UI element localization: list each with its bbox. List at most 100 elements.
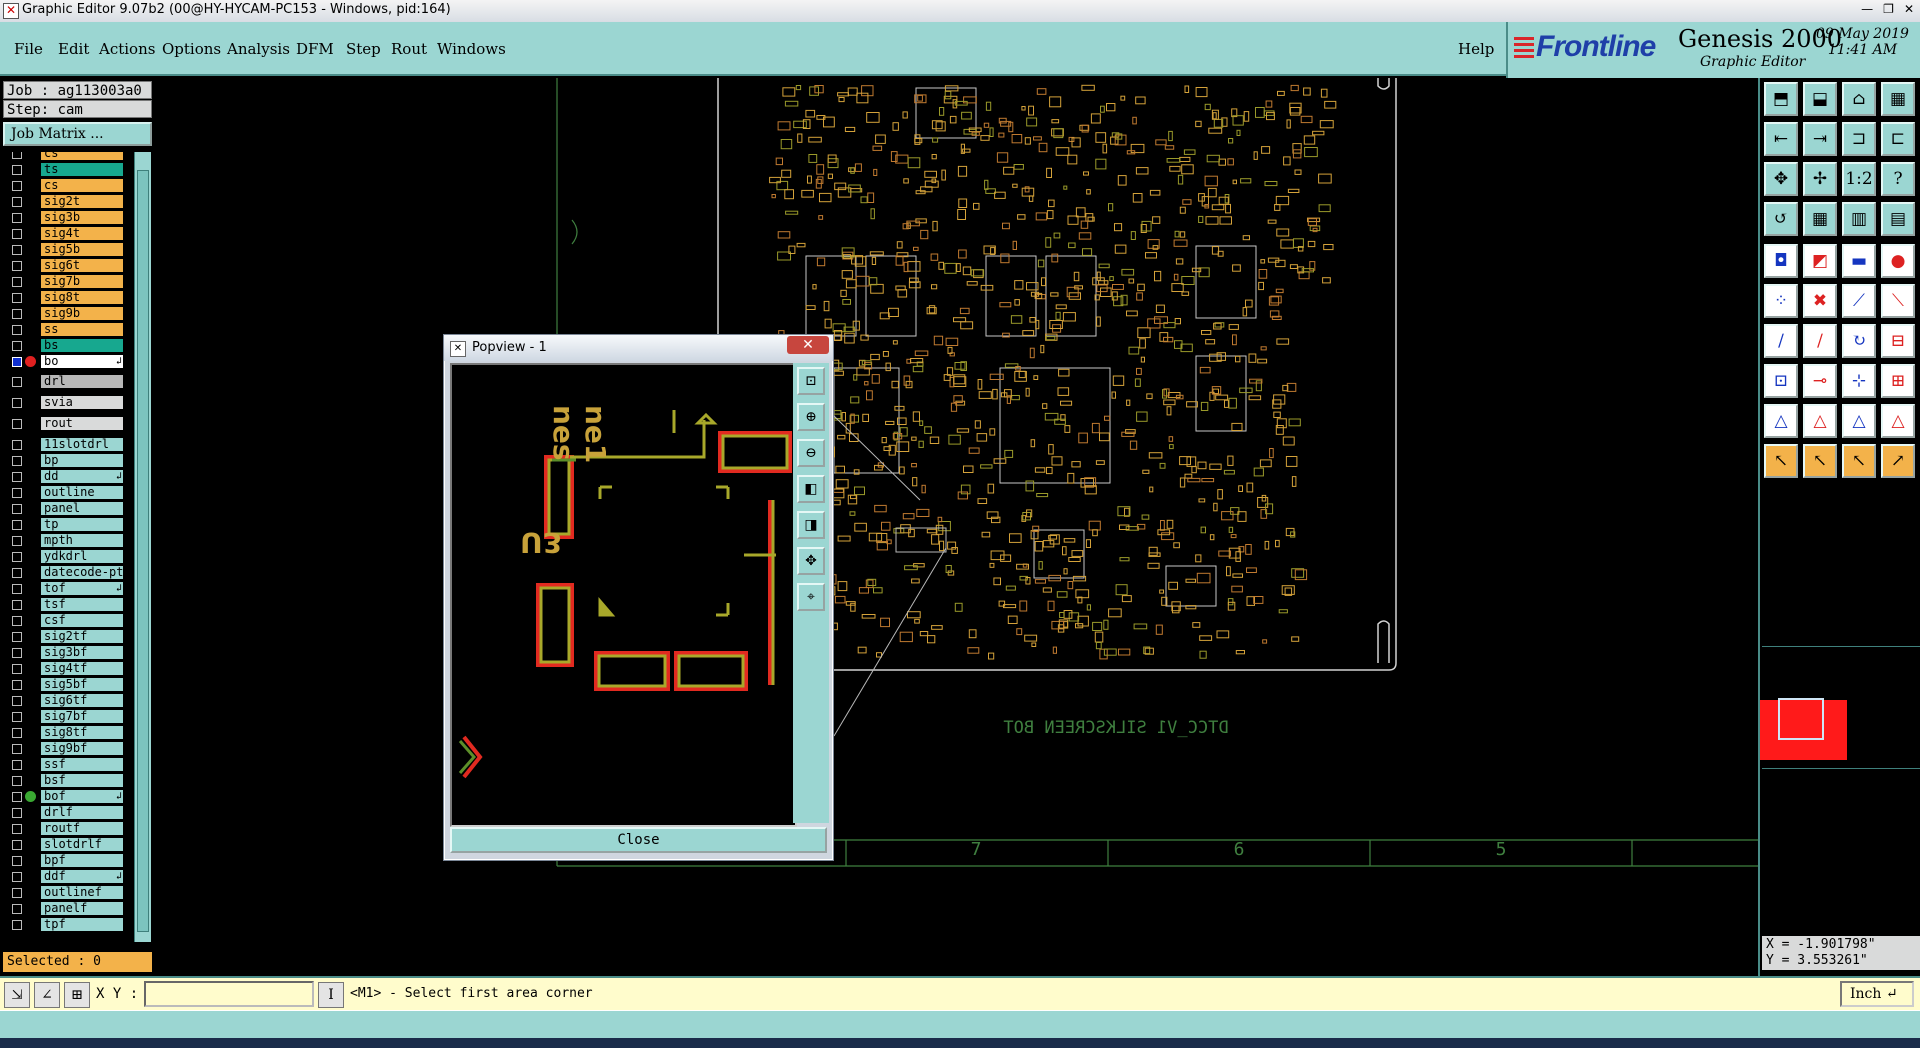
layer-name[interactable]: sig7b <box>41 275 123 288</box>
layer-name[interactable]: cs <box>41 179 123 192</box>
layer-row[interactable]: datecode-pt <box>3 565 123 580</box>
layer-row[interactable]: bof ↲ <box>3 789 123 804</box>
layer-checkbox[interactable] <box>12 616 22 626</box>
layer-row[interactable]: bp <box>3 453 123 468</box>
layer-checkbox[interactable] <box>12 277 22 287</box>
layer-checkbox[interactable] <box>12 472 22 482</box>
layer-row[interactable]: cs <box>3 152 123 161</box>
select4-icon[interactable]: ↗ <box>1881 444 1915 478</box>
layer-row[interactable]: tp <box>3 517 123 532</box>
layer-checkbox[interactable] <box>12 309 22 319</box>
layer-checkbox[interactable] <box>12 377 22 387</box>
poly4-icon[interactable]: △ <box>1881 404 1915 438</box>
layer-row[interactable]: bsf <box>3 773 123 788</box>
layer-checkbox[interactable] <box>12 648 22 658</box>
layer-checkbox[interactable] <box>12 398 22 408</box>
layer-name[interactable]: sig9b <box>41 307 123 320</box>
fit-icon[interactable]: ✥ <box>1764 162 1798 196</box>
units-select[interactable]: Inch ↵ <box>1840 981 1914 1007</box>
pv-home-icon[interactable]: ⌖ <box>797 583 825 611</box>
layer-row[interactable]: panelf <box>3 901 123 916</box>
layer-name[interactable]: drlf <box>41 806 123 819</box>
layer-checkbox[interactable] <box>12 213 22 223</box>
select3-icon[interactable]: ↖ <box>1842 444 1876 478</box>
menu-windows[interactable]: Windows <box>437 40 506 58</box>
layer-row[interactable]: sig3b <box>3 210 123 225</box>
layer-name[interactable]: sig3bf <box>41 646 123 659</box>
layer-checkbox[interactable] <box>12 600 22 610</box>
layer-row[interactable]: 11slotdrl <box>3 437 123 452</box>
layer-name[interactable]: sig2tf <box>41 630 123 643</box>
layer-row[interactable]: sig7b <box>3 274 123 289</box>
layer-down-icon[interactable]: ▤ <box>1881 202 1915 236</box>
menu-file[interactable]: File <box>14 40 43 58</box>
layer-name[interactable]: bof ↲ <box>41 790 123 803</box>
layer-name[interactable]: svia <box>41 396 123 409</box>
menu-rout[interactable]: Rout <box>391 40 427 58</box>
layer-row[interactable]: sig5bf <box>3 677 123 692</box>
popview-titlebar[interactable]: ✕ Popview - 1 ✕ <box>444 335 833 361</box>
minimize-icon[interactable]: — <box>1861 2 1873 16</box>
layer-checkbox[interactable] <box>12 712 22 722</box>
layer-row[interactable]: tpf <box>3 917 123 932</box>
layer-name[interactable]: sig5bf <box>41 678 123 691</box>
layer-name[interactable]: sig4tf <box>41 662 123 675</box>
layer-row[interactable]: slotdrlf <box>3 837 123 852</box>
layer-checkbox[interactable] <box>12 419 22 429</box>
layer-row[interactable]: drlf <box>3 805 123 820</box>
layer-row[interactable]: sig3bf <box>3 645 123 660</box>
angle-mode-icon[interactable]: ∠ <box>34 982 60 1008</box>
measure-icon[interactable]: ▬ <box>1842 244 1876 278</box>
layer-row[interactable]: mpth <box>3 533 123 548</box>
layer-row[interactable]: sig7bf <box>3 709 123 724</box>
menu-edit[interactable]: Edit <box>58 40 89 58</box>
layer-row[interactable]: sig6t <box>3 258 123 273</box>
layer-name[interactable]: outlinef <box>41 886 123 899</box>
layer-row[interactable]: bo ↲ <box>3 354 123 369</box>
grid-icon[interactable]: ▦ <box>1803 202 1837 236</box>
layer-checkbox[interactable] <box>12 808 22 818</box>
layer-row[interactable]: rout <box>3 416 123 431</box>
layer-row[interactable]: sig6tf <box>3 693 123 708</box>
layer-checkbox[interactable] <box>12 792 22 802</box>
move-icon[interactable]: ⊸ <box>1803 364 1837 398</box>
layer-name[interactable]: tof ↲ <box>41 582 123 595</box>
layer-row[interactable]: ssf <box>3 757 123 772</box>
graphic-canvas[interactable]: DTCC_V1 SILKSCREEN BOT 7 6 5 <box>156 78 1758 976</box>
snap-mode-icon[interactable]: ⇲ <box>4 982 30 1008</box>
scroll-thumb[interactable] <box>137 170 149 932</box>
copy-icon[interactable]: ⊡ <box>1764 364 1798 398</box>
layer-name[interactable]: ss <box>41 323 123 336</box>
layer-row[interactable]: routf <box>3 821 123 836</box>
layer-row[interactable]: sig8tf <box>3 725 123 740</box>
layer-name[interactable]: routf <box>41 822 123 835</box>
layer-checkbox[interactable] <box>12 165 22 175</box>
layer-name[interactable]: sig8t <box>41 291 123 304</box>
layer-row[interactable]: cs <box>3 178 123 193</box>
layer-name[interactable]: bs <box>41 339 123 352</box>
layer-row[interactable]: sig9b <box>3 306 123 321</box>
layer-row[interactable]: outlinef <box>3 885 123 900</box>
layer-checkbox[interactable] <box>12 440 22 450</box>
snap-icon[interactable]: ↺ <box>1764 202 1798 236</box>
pv-zoom-out-icon[interactable]: ⊖ <box>797 439 825 467</box>
layer-row[interactable]: panel <box>3 501 123 516</box>
layer-scrollbar[interactable] <box>134 152 151 942</box>
menu-step[interactable]: Step <box>346 40 381 58</box>
layer-name[interactable]: bp <box>41 454 123 467</box>
popview-close-button[interactable]: Close <box>450 827 827 853</box>
redraw-icon[interactable]: ⊏ <box>1881 122 1915 156</box>
poly2-icon[interactable]: △ <box>1803 404 1837 438</box>
layer-row[interactable]: tof ↲ <box>3 581 123 596</box>
layer-row[interactable]: bpf <box>3 853 123 868</box>
layer-checkbox[interactable] <box>12 664 22 674</box>
layer-checkbox[interactable] <box>12 584 22 594</box>
layer-checkbox[interactable] <box>12 520 22 530</box>
cross-icon[interactable]: ✖ <box>1803 284 1837 318</box>
menu-options[interactable]: Options <box>162 40 221 58</box>
layer-name[interactable]: bsf <box>41 774 123 787</box>
layer-name[interactable]: sig4t <box>41 227 123 240</box>
layer-row[interactable]: ydkdrl <box>3 549 123 564</box>
layer-checkbox[interactable] <box>12 776 22 786</box>
layer-name[interactable]: rout <box>41 417 123 430</box>
